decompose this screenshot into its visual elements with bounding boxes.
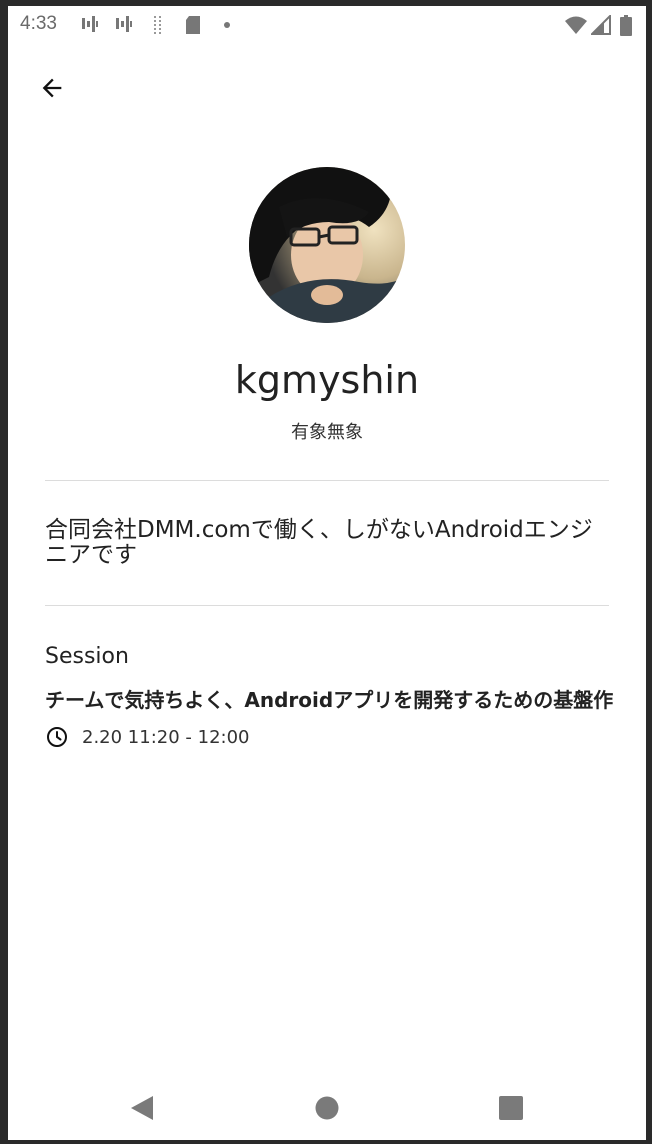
sd-card-icon [186, 16, 200, 34]
clock-icon [47, 727, 67, 747]
battery-icon [620, 15, 632, 36]
wifi-icon [565, 16, 587, 34]
speaker-name: kgmyshin [234, 358, 420, 402]
cell-signal-icon [591, 15, 611, 35]
dot-icon [224, 22, 230, 28]
dotted-signal-icon [154, 16, 161, 34]
signal-bars-icon [116, 16, 132, 32]
speaker-tagline: 有象無象 [291, 422, 363, 443]
status-bar: 4:33 [8, 6, 646, 44]
status-time: 4:33 [20, 13, 57, 34]
nav-back-icon [131, 1096, 153, 1120]
nav-recents-button[interactable] [491, 1088, 531, 1128]
nav-home-button[interactable] [307, 1088, 347, 1128]
session-section-label: Session [45, 644, 129, 669]
session-title[interactable]: チームで気持ちよく、Androidアプリを開発するための基盤作 [45, 684, 646, 713]
avatar [249, 167, 405, 323]
divider [45, 480, 609, 481]
nav-recents-icon [499, 1096, 523, 1120]
back-button[interactable] [32, 68, 72, 108]
divider [45, 605, 609, 606]
system-nav-bar [8, 1070, 646, 1140]
session-time-row: 2.20 11:20 - 12:00 [45, 724, 249, 750]
speaker-bio: 合同会社DMM.comで働く、しがないAndroidエンジニアです [45, 517, 593, 568]
screen: 4:33 kgmyshin 有象無象 合同会社DMM.comで働く、しがないAn… [8, 6, 646, 1140]
arrow-back-icon [42, 78, 62, 98]
nav-back-button[interactable] [122, 1088, 162, 1128]
session-time: 2.20 11:20 - 12:00 [82, 726, 250, 748]
nav-home-icon [315, 1096, 339, 1120]
signal-bars-icon [82, 16, 98, 32]
